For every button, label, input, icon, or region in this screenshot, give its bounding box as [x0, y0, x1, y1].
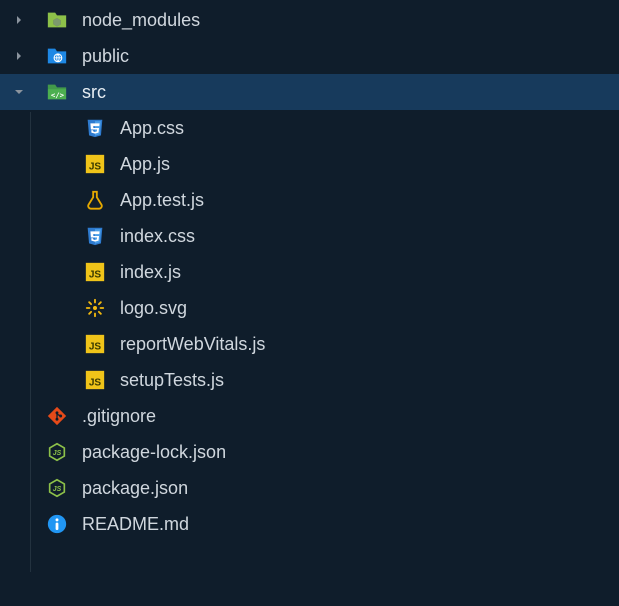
nodejs-icon: JS [44, 439, 70, 465]
folder-row[interactable]: node_modules [0, 2, 619, 38]
file-row[interactable]: index.css [0, 218, 619, 254]
folder-row[interactable]: public [0, 38, 619, 74]
tree-item-label: node_modules [82, 10, 200, 31]
folder-node-icon [44, 7, 70, 33]
chevron-right-icon[interactable] [8, 48, 30, 64]
svg-text:JS: JS [53, 486, 62, 493]
svg-text:JS: JS [89, 378, 102, 389]
tree-item-label: package-lock.json [82, 442, 226, 463]
folder-public-icon [44, 43, 70, 69]
info-icon [44, 511, 70, 537]
tree-item-label: package.json [82, 478, 188, 499]
chevron-down-icon[interactable] [8, 84, 30, 100]
indent-guideline [30, 112, 31, 572]
svg-text:</>: </> [51, 91, 65, 100]
file-row[interactable]: JS index.js [0, 254, 619, 290]
svg-text:JS: JS [89, 162, 102, 173]
file-row[interactable]: JS package-lock.json [0, 434, 619, 470]
file-row[interactable]: logo.svg [0, 290, 619, 326]
git-icon [44, 403, 70, 429]
js-icon: JS [82, 367, 108, 393]
tree-item-label: README.md [82, 514, 189, 535]
svg-icon [82, 295, 108, 321]
file-row[interactable]: JS setupTests.js [0, 362, 619, 398]
tree-item-label: App.test.js [120, 190, 204, 211]
file-row[interactable]: App.test.js [0, 182, 619, 218]
css-icon [82, 223, 108, 249]
file-row[interactable]: JS package.json [0, 470, 619, 506]
tree-item-label: src [82, 82, 106, 103]
tree-item-label: App.css [120, 118, 184, 139]
tree-item-label: index.css [120, 226, 195, 247]
svg-text:JS: JS [89, 270, 102, 281]
tree-item-label: public [82, 46, 129, 67]
nodejs-icon: JS [44, 475, 70, 501]
tree-item-label: App.js [120, 154, 170, 175]
tree-item-label: .gitignore [82, 406, 156, 427]
file-row[interactable]: JS App.js [0, 146, 619, 182]
folder-src-icon: </> [44, 79, 70, 105]
css-icon [82, 115, 108, 141]
chevron-right-icon[interactable] [8, 12, 30, 28]
tree-item-label: index.js [120, 262, 181, 283]
tree-item-label: setupTests.js [120, 370, 224, 391]
file-tree: node_modulespublic </> src App.css JS App.js A… [0, 0, 619, 542]
file-row[interactable]: README.md [0, 506, 619, 542]
svg-text:JS: JS [89, 342, 102, 353]
js-icon: JS [82, 259, 108, 285]
test-icon [82, 187, 108, 213]
svg-text:JS: JS [53, 450, 62, 457]
js-icon: JS [82, 151, 108, 177]
file-row[interactable]: App.css [0, 110, 619, 146]
tree-item-label: logo.svg [120, 298, 187, 319]
folder-row[interactable]: </> src [0, 74, 619, 110]
file-row[interactable]: .gitignore [0, 398, 619, 434]
tree-item-label: reportWebVitals.js [120, 334, 265, 355]
js-icon: JS [82, 331, 108, 357]
file-row[interactable]: JS reportWebVitals.js [0, 326, 619, 362]
